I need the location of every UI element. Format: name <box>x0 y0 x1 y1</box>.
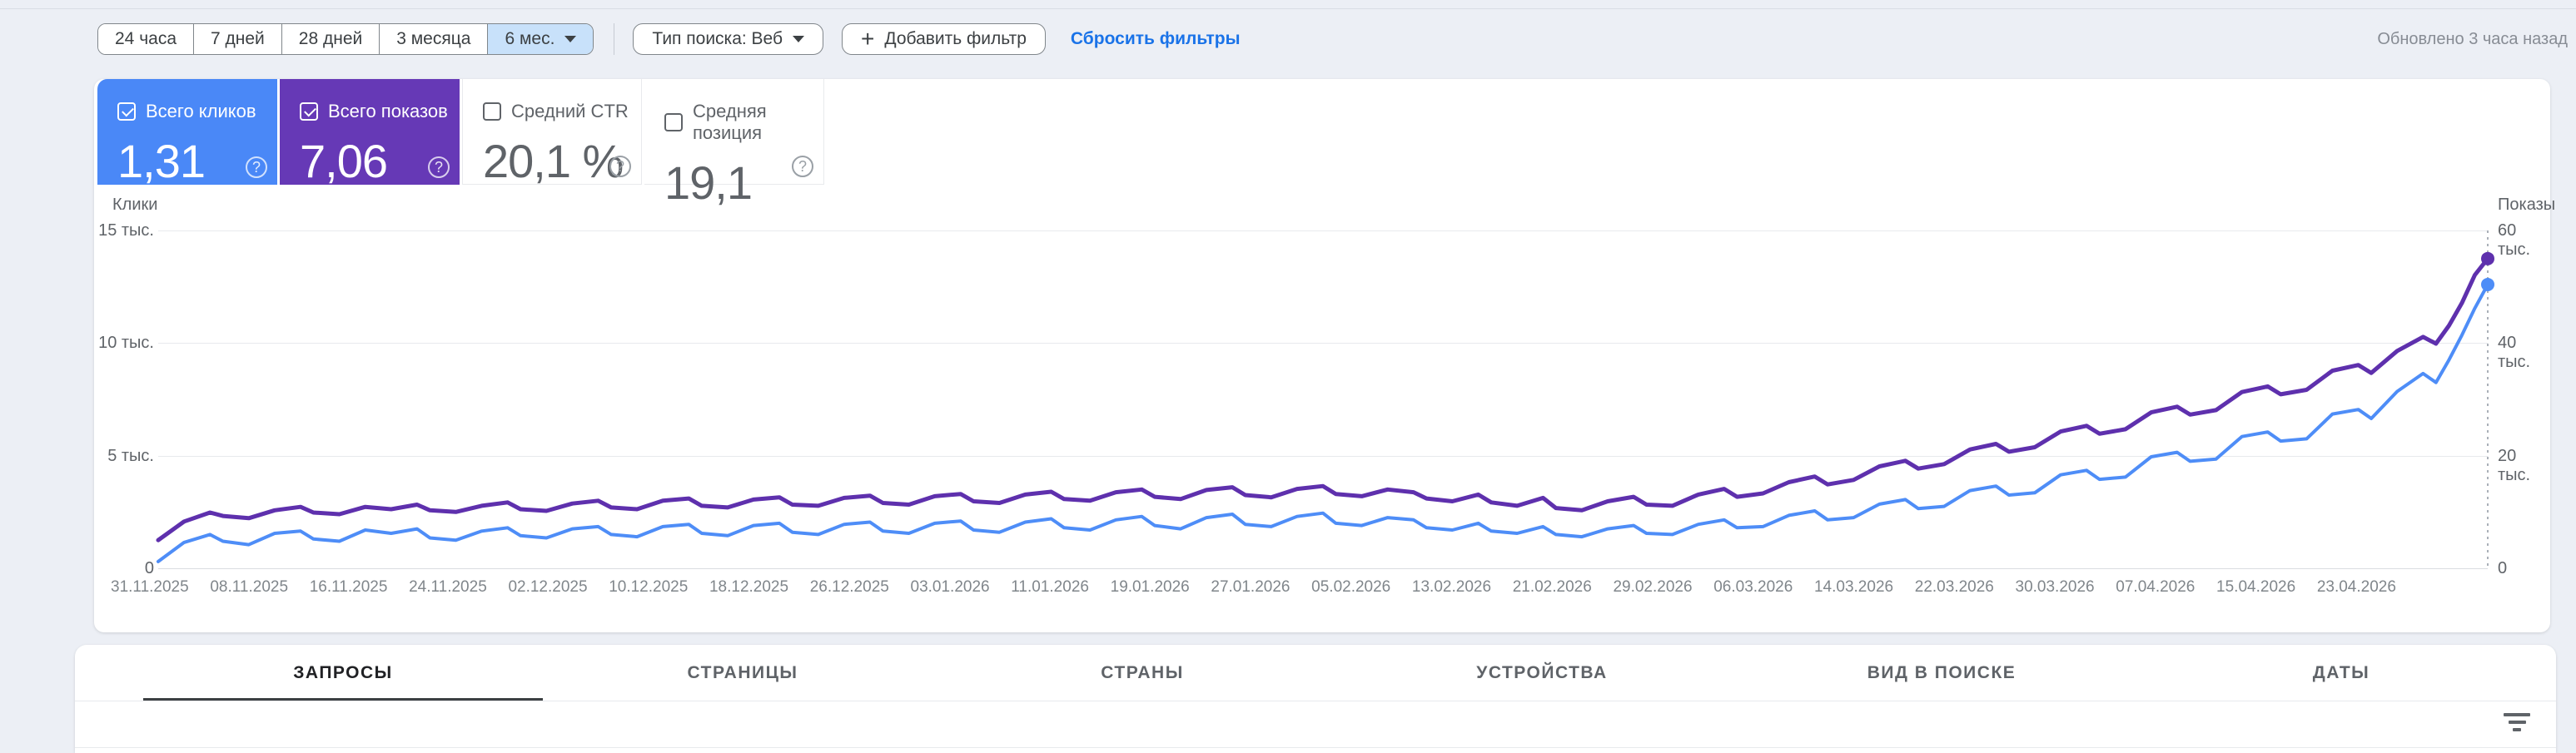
x-axis-date-label: 24.11.2025 <box>409 578 487 596</box>
right-tick-label: 20 тыс. <box>2498 446 2531 484</box>
search-type-filter[interactable]: Тип поиска: Веб <box>633 23 824 55</box>
checkbox-checked-icon[interactable] <box>300 102 318 121</box>
x-axis-date-label: 22.03.2026 <box>1914 578 1994 596</box>
tab-0[interactable]: ЗАПРОСЫ <box>143 645 543 701</box>
add-filter-button[interactable]: + Добавить фильтр <box>842 23 1046 55</box>
range-button-3[interactable]: 3 месяца <box>379 24 488 54</box>
tab-2[interactable]: СТРАНЫ <box>942 645 1342 701</box>
x-axis-date-label: 23.04.2026 <box>2316 578 2396 596</box>
x-axis-date-label: 13.02.2026 <box>1411 578 1492 596</box>
x-axis-date-label: 05.02.2026 <box>1311 578 1391 596</box>
left-axis-title: Клики <box>112 196 158 214</box>
add-filter-label: Добавить фильтр <box>884 29 1027 48</box>
range-button-label: 3 месяца <box>396 29 471 48</box>
metric-value: 7,06 млн <box>300 135 388 241</box>
table-header-divider <box>75 747 2556 748</box>
x-axis-date-label: 21.02.2026 <box>1512 578 1592 596</box>
x-axis-date-label: 27.01.2026 <box>1211 578 1290 596</box>
right-tick-label: 0 <box>2498 559 2508 577</box>
x-axis-date-label: 06.03.2026 <box>1713 578 1793 596</box>
metric-label: Всего показов <box>328 101 448 121</box>
gridline <box>158 230 2488 231</box>
range-button-4[interactable]: 6 мес. <box>487 24 594 54</box>
left-tick-label: 10 тыс. <box>98 334 154 353</box>
search-type-label: Тип поиска: Веб <box>652 29 783 48</box>
filter-list-icon[interactable] <box>2503 713 2531 735</box>
gridline <box>158 455 2488 457</box>
series-line-0 <box>157 283 2489 563</box>
left-tick-label: 5 тыс. <box>107 446 154 465</box>
date-range-group: 24 часа 7 дней 28 дней 3 месяца 6 мес. <box>97 23 594 55</box>
range-button-label: 28 дней <box>298 29 363 48</box>
metric-card-average-ctr[interactable]: Средний CTR 20,1 % ? <box>462 79 642 187</box>
help-icon[interactable]: ? <box>428 156 450 178</box>
right-tick-label: 40 тыс. <box>2498 334 2531 372</box>
left-tick-label: 0 <box>144 559 154 577</box>
range-button-label: 6 мес. <box>505 29 555 48</box>
updated-status: Обновлено 3 часа назад <box>2377 29 2568 48</box>
page-top-divider <box>0 8 2576 9</box>
range-button-label: 24 часа <box>115 29 177 48</box>
x-axis-date-label: 31.11.2025 <box>111 578 189 596</box>
checkbox-checked-icon[interactable] <box>117 102 136 121</box>
right-tick-label: 60 тыс. <box>2498 221 2531 259</box>
tab-1[interactable]: СТРАНИЦЫ <box>543 645 942 701</box>
chevron-down-icon <box>793 36 805 42</box>
x-axis-date-label: 26.12.2025 <box>809 578 889 596</box>
x-axis-date-label: 18.12.2025 <box>709 578 789 596</box>
dimensions-table-panel: ЗАПРОСЫ СТРАНИЦЫ СТРАНЫ УСТРОЙСТВА ВИД В ПОИ… <box>75 645 2556 753</box>
range-button-1[interactable]: 7 дней <box>193 24 281 54</box>
x-axis-date-label: 19.01.2026 <box>1110 578 1190 596</box>
x-axis-date-label: 08.11.2025 <box>210 578 289 596</box>
plus-icon: + <box>861 26 875 52</box>
x-axis-date-label: 10.12.2025 <box>609 578 689 596</box>
metric-cards-row: Всего кликов 1,31 млн ? Всего показов 7,… <box>97 79 824 241</box>
help-icon[interactable]: ? <box>792 156 813 177</box>
dimension-tabs: ЗАПРОСЫ СТРАНИЦЫ СТРАНЫ УСТРОЙСТВА ВИД В ПОИ… <box>143 645 2541 701</box>
gridline <box>158 568 2488 569</box>
x-axis-date-label: 15.04.2026 <box>2216 578 2296 596</box>
x-axis-date-label: 30.03.2026 <box>2015 578 2095 596</box>
metric-card-total-clicks[interactable]: Всего кликов 1,31 млн ? <box>97 79 277 241</box>
reset-filters-link[interactable]: Сбросить фильтры <box>1071 29 1241 49</box>
help-icon[interactable]: ? <box>246 156 267 178</box>
checkbox-unchecked-icon[interactable] <box>664 113 683 131</box>
table-toolbar <box>75 701 2556 747</box>
x-axis-date-label: 29.02.2026 <box>1613 578 1693 596</box>
range-button-label: 7 дней <box>211 29 265 48</box>
x-axis-date-label: 11.01.2026 <box>1011 578 1089 596</box>
tab-4[interactable]: ВИД В ПОИСКЕ <box>1742 645 2141 701</box>
metric-card-average-position[interactable]: Средняя позиция 19,1 ? <box>644 79 824 209</box>
filter-bar: 24 часа 7 дней 28 дней 3 месяца 6 мес. Тип п… <box>97 23 2568 55</box>
tab-3[interactable]: УСТРОЙСТВА <box>1342 645 1742 701</box>
performance-chart-panel: Всего кликов 1,31 млн ? Всего показов 7,… <box>94 79 2555 632</box>
chevron-down-icon <box>564 36 577 42</box>
gridline <box>158 343 2488 344</box>
metric-card-total-impressions[interactable]: Всего показов 7,06 млн ? <box>280 79 460 241</box>
metric-label: Средняя позиция <box>693 101 767 143</box>
series-line-1 <box>156 256 2490 542</box>
x-axis-labels: 31.11.2025 08.11.2025 16.11.2025 24.11.2025… <box>111 578 2396 597</box>
metric-label: Средний CTR <box>511 101 629 121</box>
x-axis-date-label: 14.03.2026 <box>1813 578 1894 596</box>
help-icon[interactable]: ? <box>609 156 631 177</box>
metric-label: Всего кликов <box>146 101 256 121</box>
right-axis-title: Показы <box>2498 196 2556 214</box>
x-axis-date-label: 07.04.2026 <box>2116 578 2196 596</box>
series-end-dot-0 <box>2481 277 2494 291</box>
checkbox-unchecked-icon[interactable] <box>483 102 501 121</box>
left-tick-label: 15 тыс. <box>98 221 154 240</box>
series-end-dot-1 <box>2481 251 2494 265</box>
tab-5[interactable]: ДАТЫ <box>2141 645 2541 701</box>
x-axis-date-label: 03.01.2026 <box>910 578 990 596</box>
range-button-2[interactable]: 28 дней <box>281 24 380 54</box>
range-button-0[interactable]: 24 часа <box>98 24 193 54</box>
x-axis-date-label: 02.12.2025 <box>508 578 588 596</box>
x-axis-date-label: 16.11.2025 <box>309 578 388 596</box>
